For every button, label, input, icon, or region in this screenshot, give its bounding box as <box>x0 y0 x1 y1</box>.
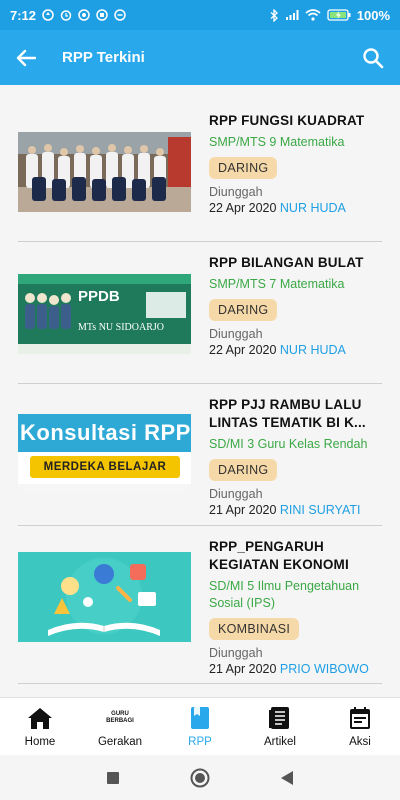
vpn-icon <box>114 9 126 21</box>
status-bar: 7:12 100% <box>0 0 400 30</box>
rpp-subject: SMP/MTS 9 Matematika <box>209 135 345 149</box>
app-bar: RPP Terkini <box>0 30 400 85</box>
signal-icon <box>285 10 299 20</box>
rpp-card[interactable]: RPP FUNGSI KUADRAT SMP/MTS 9 Matematika … <box>18 100 382 242</box>
thumbnail-school-text: MTs NU SIDOARJO <box>78 322 164 333</box>
mode-badge: KOMBINASI <box>209 618 300 640</box>
thumbnail-ppdb-text: PPDB <box>78 288 120 305</box>
system-navigation-bar <box>0 755 400 800</box>
whatsapp-icon <box>78 9 90 21</box>
uploaded-label: Diunggah <box>209 327 263 341</box>
bottom-navigation: Home GURU BERBAGI Gerakan RPP Artikel Ak… <box>0 697 400 755</box>
nav-gerakan[interactable]: GURU BERBAGI Gerakan <box>80 698 160 755</box>
nav-home-label: Home <box>24 735 56 748</box>
rpp-subject: SD/MI 3 Guru Kelas Rendah <box>209 437 368 451</box>
author-name: RINI SURYATI <box>279 503 361 517</box>
rpp-card[interactable]: RPP_PENGARUH KEGIATAN EKONOMI SD/MI 5 Il… <box>18 526 382 684</box>
nav-aksi[interactable]: Aksi <box>320 698 400 755</box>
author-name: PRIO WIBOWO <box>279 662 369 676</box>
back-arrow-icon[interactable] <box>16 49 36 67</box>
book-icon <box>191 706 209 729</box>
uploaded-label: Diunggah <box>209 185 263 199</box>
nav-artikel-label: Artikel <box>264 735 296 748</box>
rpp-meta: 21 Apr 2020 PRIO WIBOWO <box>209 662 384 676</box>
upload-date: 22 Apr 2020 <box>209 343 277 357</box>
alarm-icon <box>60 10 72 21</box>
guru-berbagi-logo-text: GURU BERBAGI <box>106 710 134 724</box>
upload-date: 22 Apr 2020 <box>209 201 277 215</box>
search-icon[interactable] <box>362 47 384 69</box>
rpp-thumbnail-photo <box>18 132 191 212</box>
recent-apps-icon[interactable] <box>106 771 120 785</box>
back-button-icon[interactable] <box>280 770 294 786</box>
calendar-icon <box>350 706 370 729</box>
rpp-subject: SMP/MTS 7 Matematika <box>209 277 345 291</box>
mode-badge: DARING <box>209 299 278 321</box>
author-name: NUR HUDA <box>279 201 346 215</box>
rpp-list: RPP FUNGSI KUADRAT SMP/MTS 9 Matematika … <box>0 85 400 697</box>
battery-icon <box>327 9 351 21</box>
nav-rpp-label: RPP <box>188 735 212 748</box>
author-name: NUR HUDA <box>279 343 346 357</box>
home-button-icon[interactable] <box>190 768 210 788</box>
home-icon <box>28 707 52 729</box>
thumbnail-merdeka-text: MERDEKA BELAJAR <box>43 461 167 473</box>
rpp-subject: SD/MI 5 Ilmu Pengetahuan Sosial (IPS) <box>209 579 360 610</box>
status-time: 7:12 <box>10 7 37 23</box>
uploaded-label: Diunggah <box>209 646 263 660</box>
rpp-thumbnail-book <box>18 552 191 642</box>
rpp-card[interactable]: PPDB MTs NU SIDOARJO RPP BILANGAN BULAT … <box>18 242 382 384</box>
rpp-title: RPP BILANGAN BULAT <box>209 255 364 270</box>
rpp-title: RPP FUNGSI KUADRAT <box>209 113 365 128</box>
rpp-title: RPP PJJ RAMBU LALU LINTAS TEMATIK BI K..… <box>209 397 366 430</box>
page-title: RPP Terkini <box>62 49 145 66</box>
uploaded-label: Diunggah <box>209 487 263 501</box>
rpp-meta: 22 Apr 2020 NUR HUDA <box>209 201 384 215</box>
nav-rpp[interactable]: RPP <box>160 698 240 755</box>
thumbnail-konsultasi-text: Konsultasi RPP <box>20 420 191 445</box>
nav-home[interactable]: Home <box>0 698 80 755</box>
rpp-meta: 21 Apr 2020 RINI SURYATI <box>209 503 384 517</box>
notification-icon <box>42 9 54 21</box>
mode-badge: DARING <box>209 459 278 481</box>
wifi-icon <box>305 9 321 21</box>
whatsapp-business-icon <box>96 9 108 21</box>
article-icon <box>269 706 289 729</box>
upload-date: 21 Apr 2020 <box>209 503 277 517</box>
rpp-title: RPP_PENGARUH KEGIATAN EKONOMI <box>209 539 349 572</box>
bluetooth-icon <box>270 8 278 22</box>
nav-gerakan-label: Gerakan <box>97 735 143 748</box>
rpp-card[interactable]: Konsultasi RPP MERDEKA BELAJAR RPP PJJ R… <box>18 384 382 526</box>
battery-level: 100% <box>356 7 390 23</box>
upload-date: 21 Apr 2020 <box>209 662 277 676</box>
mode-badge: DARING <box>209 157 278 179</box>
nav-artikel[interactable]: Artikel <box>240 698 320 755</box>
rpp-thumbnail-banner: Konsultasi RPP MERDEKA BELAJAR <box>18 414 191 494</box>
nav-aksi-label: Aksi <box>349 735 371 748</box>
rpp-meta: 22 Apr 2020 NUR HUDA <box>209 343 384 357</box>
guru-berbagi-logo: GURU BERBAGI <box>105 706 135 730</box>
rpp-thumbnail-banner: PPDB MTs NU SIDOARJO <box>18 274 191 354</box>
